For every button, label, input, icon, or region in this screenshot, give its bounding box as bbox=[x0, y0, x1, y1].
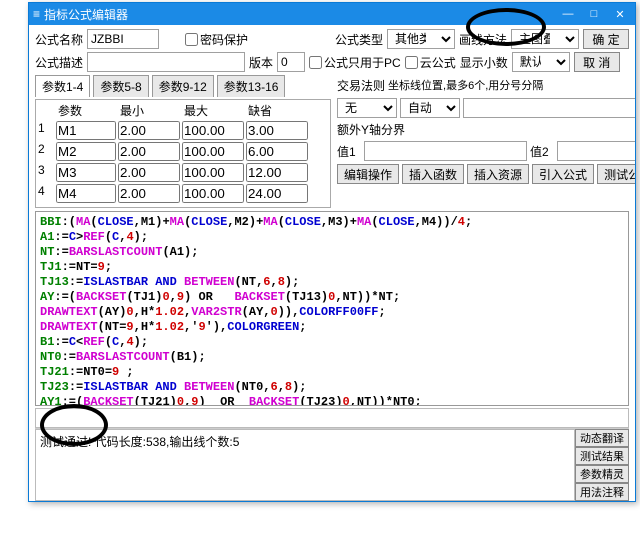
traderule-select[interactable]: 无 bbox=[337, 98, 397, 118]
cancel-button[interactable]: 取 消 bbox=[574, 52, 620, 72]
p4-def[interactable] bbox=[246, 184, 308, 203]
p2-max[interactable] bbox=[182, 142, 244, 161]
tab-params-13-16[interactable]: 参数13-16 bbox=[217, 75, 286, 97]
lower-pane[interactable] bbox=[35, 408, 629, 428]
cloud-checkbox[interactable]: 云公式 bbox=[405, 54, 456, 71]
decimals-label: 显示小数 bbox=[460, 54, 508, 71]
p2-min[interactable] bbox=[118, 142, 180, 161]
close-button[interactable]: ✕ bbox=[609, 5, 631, 23]
dyn-translate-button[interactable]: 动态翻译 bbox=[575, 429, 629, 447]
p4-max[interactable] bbox=[182, 184, 244, 203]
p1-name[interactable] bbox=[56, 121, 116, 140]
p4-min[interactable] bbox=[118, 184, 180, 203]
col-default: 缺省 bbox=[246, 102, 308, 119]
tab-params-5-8[interactable]: 参数5-8 bbox=[93, 75, 148, 97]
titlebar[interactable]: ≡ 指标公式编辑器 — □ ✕ bbox=[29, 3, 635, 25]
p3-max[interactable] bbox=[182, 163, 244, 182]
import-formula-button[interactable]: 引入公式 bbox=[532, 164, 594, 184]
password-checkbox[interactable]: 密码保护 bbox=[185, 31, 248, 48]
drawline-label: 画线方法 bbox=[459, 31, 507, 48]
param-row-4: 4 bbox=[38, 184, 328, 203]
status-message: 测试通过! 代码长度:538,输出线个数:5 bbox=[35, 429, 575, 501]
formula-desc-label: 公式描述 bbox=[35, 54, 83, 71]
window-title: 指标公式编辑器 bbox=[44, 6, 128, 23]
p2-name[interactable] bbox=[56, 142, 116, 161]
test-formula-button[interactable]: 测试公式 bbox=[597, 164, 635, 184]
edit-op-button[interactable]: 编辑操作 bbox=[337, 164, 399, 184]
extraaxis-label: 额外Y轴分界 bbox=[337, 121, 405, 138]
p1-def[interactable] bbox=[246, 121, 308, 140]
val1-input[interactable] bbox=[364, 141, 527, 161]
axis-input[interactable] bbox=[463, 98, 635, 118]
pconly-checkbox[interactable]: 公式只用于PC bbox=[309, 54, 401, 71]
formula-name-input[interactable] bbox=[87, 29, 159, 49]
param-wizard-button[interactable]: 参数精灵 bbox=[575, 465, 629, 483]
p1-min[interactable] bbox=[118, 121, 180, 140]
overlay-select[interactable]: 主图叠加 bbox=[511, 29, 579, 49]
usage-note-button[interactable]: 用法注释 bbox=[575, 483, 629, 501]
col-max: 最大 bbox=[182, 102, 244, 119]
param-table: 参数 最小 最大 缺省 1 2 3 4 bbox=[35, 99, 331, 208]
param-row-3: 3 bbox=[38, 163, 328, 182]
param-row-1: 1 bbox=[38, 121, 328, 140]
p1-max[interactable] bbox=[182, 121, 244, 140]
version-input[interactable] bbox=[277, 52, 305, 72]
minimize-button[interactable]: — bbox=[557, 5, 579, 23]
decimals-select[interactable]: 默认位数 bbox=[512, 52, 570, 72]
code-editor[interactable]: BBI:(MA(CLOSE,M1)+MA(CLOSE,M2)+MA(CLOSE,… bbox=[35, 211, 629, 406]
tab-params-9-12[interactable]: 参数9-12 bbox=[152, 75, 214, 97]
axis-info-label: 坐标线位置,最多6个,用分号分隔 bbox=[388, 77, 635, 93]
insert-res-button[interactable]: 插入资源 bbox=[467, 164, 529, 184]
titlebar-icon: ≡ bbox=[33, 7, 40, 21]
p4-name[interactable] bbox=[56, 184, 116, 203]
ok-button[interactable]: 确 定 bbox=[583, 29, 629, 49]
col-min: 最小 bbox=[118, 102, 180, 119]
tab-params-1-4[interactable]: 参数1-4 bbox=[35, 75, 90, 97]
formula-type-label: 公式类型 bbox=[335, 31, 383, 48]
param-row-2: 2 bbox=[38, 142, 328, 161]
formula-desc-input[interactable] bbox=[87, 52, 245, 72]
p2-def[interactable] bbox=[246, 142, 308, 161]
formula-editor-dialog: ≡ 指标公式编辑器 — □ ✕ 公式名称 密码保护 公式类型 其他类型 画线方法… bbox=[28, 2, 636, 502]
formula-type-select[interactable]: 其他类型 bbox=[387, 29, 455, 49]
val2-input[interactable] bbox=[557, 141, 635, 161]
param-tabstrip: 参数1-4 参数5-8 参数9-12 参数13-16 bbox=[35, 75, 331, 97]
maximize-button[interactable]: □ bbox=[583, 5, 605, 23]
test-result-button[interactable]: 测试结果 bbox=[575, 447, 629, 465]
col-param: 参数 bbox=[56, 102, 116, 119]
p3-min[interactable] bbox=[118, 163, 180, 182]
insert-fn-button[interactable]: 插入函数 bbox=[402, 164, 464, 184]
traderule-label: 交易法则 bbox=[337, 77, 385, 94]
version-label: 版本 bbox=[249, 54, 273, 71]
formula-name-label: 公式名称 bbox=[35, 31, 83, 48]
p3-name[interactable] bbox=[56, 163, 116, 182]
auto-select[interactable]: 自动 bbox=[400, 98, 460, 118]
p3-def[interactable] bbox=[246, 163, 308, 182]
